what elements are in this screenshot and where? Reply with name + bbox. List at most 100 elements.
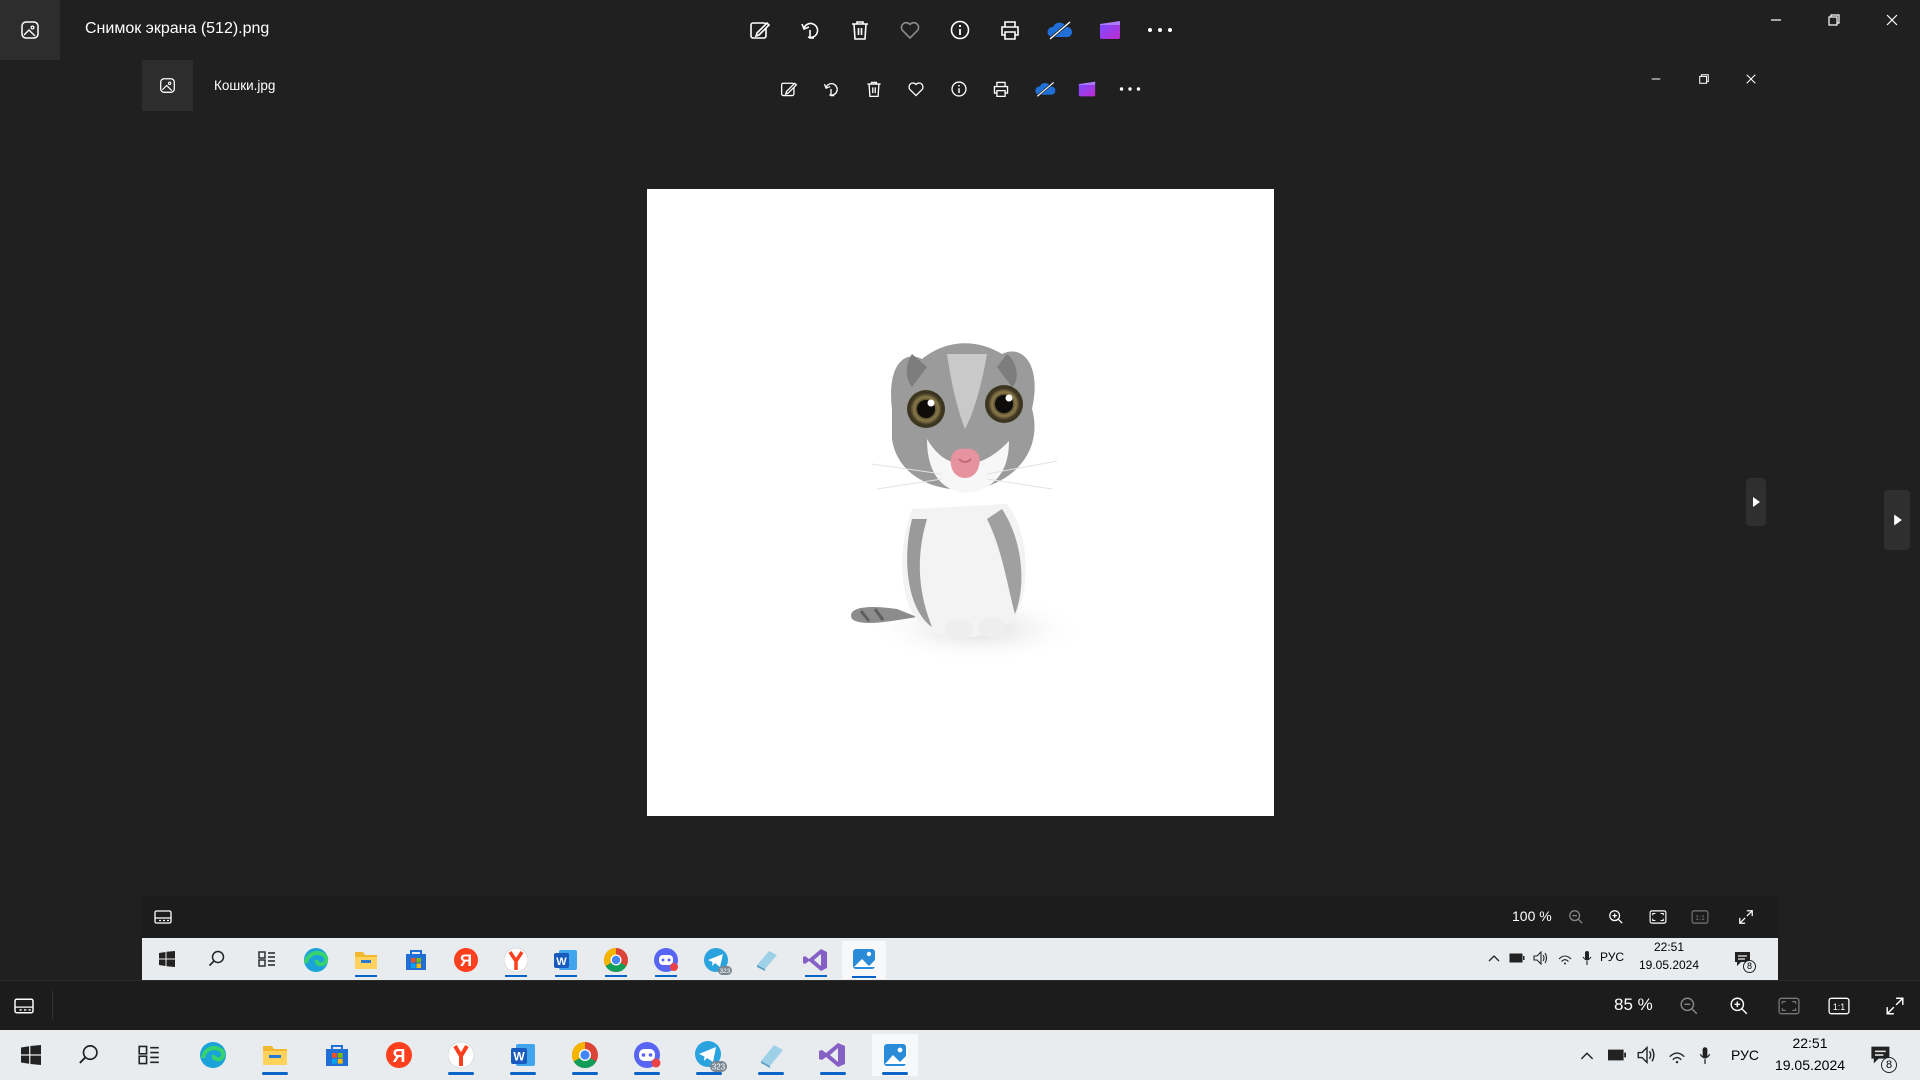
chrome-button[interactable] xyxy=(562,1034,608,1076)
info-icon xyxy=(943,74,975,104)
running-indicator xyxy=(572,1072,598,1075)
search-icon xyxy=(202,944,232,974)
battery-icon xyxy=(1506,948,1528,968)
running-indicator xyxy=(882,1072,908,1075)
microphone-icon[interactable] xyxy=(1694,1042,1716,1068)
volume-icon[interactable] xyxy=(1634,1042,1660,1068)
start-icon xyxy=(152,944,182,974)
telegram-icon: 323 xyxy=(697,943,735,977)
svg-text:Я: Я xyxy=(460,951,472,970)
zoom-in-button[interactable] xyxy=(1724,991,1754,1021)
chrome-icon xyxy=(597,943,635,977)
notifications-badge: 8 xyxy=(1881,1057,1897,1073)
search-button[interactable] xyxy=(66,1034,112,1076)
start-button[interactable] xyxy=(8,1034,54,1076)
minimize-button xyxy=(1634,64,1678,94)
running-indicator xyxy=(758,1072,784,1075)
telegram-badge: 323 xyxy=(712,1063,726,1072)
telegram-button[interactable]: 323 xyxy=(686,1034,732,1076)
file-explorer-button[interactable] xyxy=(252,1034,298,1076)
edge-icon xyxy=(297,943,335,977)
wifi-icon xyxy=(1554,948,1576,968)
taskbar: Я W 323 РУС 22:51 19.05.2024 8 xyxy=(0,1030,1920,1080)
running-indicator xyxy=(820,1072,846,1075)
close-button xyxy=(1729,64,1773,94)
wifi-icon[interactable] xyxy=(1664,1042,1690,1068)
show-hidden-icons-button[interactable] xyxy=(1576,1042,1598,1068)
task-view-icon xyxy=(252,944,282,974)
running-indicator xyxy=(510,1072,536,1075)
language-indicator[interactable]: РУС xyxy=(1731,1047,1759,1063)
clock-time[interactable]: 22:51 xyxy=(1770,1035,1850,1051)
favorite-icon[interactable] xyxy=(890,10,930,50)
microsoft-store-button[interactable] xyxy=(314,1034,360,1076)
fit-to-window-button[interactable] xyxy=(1774,991,1804,1021)
language-indicator: РУС xyxy=(1600,950,1625,964)
photos-app-icon xyxy=(142,60,193,111)
delete-icon xyxy=(858,74,890,104)
divider xyxy=(52,991,53,1019)
zoom-out-icon xyxy=(1564,906,1588,928)
inner-window-title: Кошки.jpg xyxy=(214,78,276,93)
microphone-icon xyxy=(1576,948,1598,968)
delete-icon[interactable] xyxy=(840,10,880,50)
yandex-button[interactable]: Я xyxy=(376,1034,422,1076)
next-image-arrow xyxy=(1746,478,1766,526)
close-button[interactable] xyxy=(1864,0,1920,40)
next-image-button[interactable] xyxy=(1884,490,1910,550)
task-view-button[interactable] xyxy=(126,1034,172,1076)
zoom-in-icon xyxy=(1604,906,1628,928)
svg-text:W: W xyxy=(556,956,567,968)
print-icon[interactable] xyxy=(990,10,1030,50)
discord-icon xyxy=(647,943,685,977)
svg-text:W: W xyxy=(513,1050,525,1064)
filmstrip-button[interactable] xyxy=(8,991,40,1021)
photos-app-icon[interactable] xyxy=(0,0,60,60)
clipchamp-icon xyxy=(1071,74,1103,104)
edge-button[interactable] xyxy=(190,1034,236,1076)
inner-zoom-level: 100 % xyxy=(1512,908,1552,924)
yandex-browser-icon xyxy=(497,943,535,977)
zoom-out-button[interactable] xyxy=(1674,991,1704,1021)
file-explorer-icon xyxy=(347,943,385,977)
volume-icon xyxy=(1530,948,1552,968)
onedrive-icon[interactable] xyxy=(1040,10,1080,50)
telegram-badge: 323 xyxy=(720,968,731,975)
print-icon xyxy=(985,74,1017,104)
word-button[interactable]: W xyxy=(500,1034,546,1076)
rotate-icon[interactable] xyxy=(790,10,830,50)
restore-button[interactable] xyxy=(1806,0,1862,40)
more-icon[interactable] xyxy=(1140,10,1180,50)
info-icon[interactable] xyxy=(940,10,980,50)
actual-size-icon: 1:1 xyxy=(1688,906,1712,928)
clipchamp-icon[interactable] xyxy=(1090,10,1130,50)
photos-button[interactable] xyxy=(872,1034,918,1076)
onedrive-icon xyxy=(1029,74,1061,104)
battery-icon[interactable] xyxy=(1604,1042,1630,1068)
actual-size-button[interactable]: 1:1 xyxy=(1824,991,1854,1021)
edit-image-icon xyxy=(773,74,805,104)
filmstrip-icon xyxy=(150,904,176,930)
window-title: Снимок экрана (512).png xyxy=(85,20,270,37)
running-indicator xyxy=(696,1072,722,1075)
word-icon: W xyxy=(547,943,585,977)
fullscreen-icon xyxy=(1734,906,1758,928)
visual-studio-button[interactable] xyxy=(810,1034,856,1076)
rotate-icon xyxy=(815,74,847,104)
screenshot-content: Кошки.jpg 100 % 1:1 Я W 323 РУС 22:51 19… xyxy=(142,60,1778,980)
zoom-level[interactable]: 85 % xyxy=(1614,995,1653,1015)
yandex-icon: Я xyxy=(447,943,485,977)
discord-button[interactable] xyxy=(624,1034,670,1076)
running-indicator xyxy=(448,1072,474,1075)
clock-date[interactable]: 19.05.2024 xyxy=(1765,1057,1855,1073)
fullscreen-button[interactable] xyxy=(1880,991,1910,1021)
kitten-illustration xyxy=(851,343,1087,664)
more-icon xyxy=(1114,74,1146,104)
yandex-browser-button[interactable] xyxy=(438,1034,484,1076)
favorite-icon xyxy=(900,74,932,104)
edit-image-icon[interactable] xyxy=(740,10,780,50)
minimize-button[interactable] xyxy=(1748,0,1804,40)
running-indicator xyxy=(634,1072,660,1075)
notepad-button[interactable] xyxy=(748,1034,794,1076)
bottom-bar: 85 % 1:1 xyxy=(0,980,1920,1030)
